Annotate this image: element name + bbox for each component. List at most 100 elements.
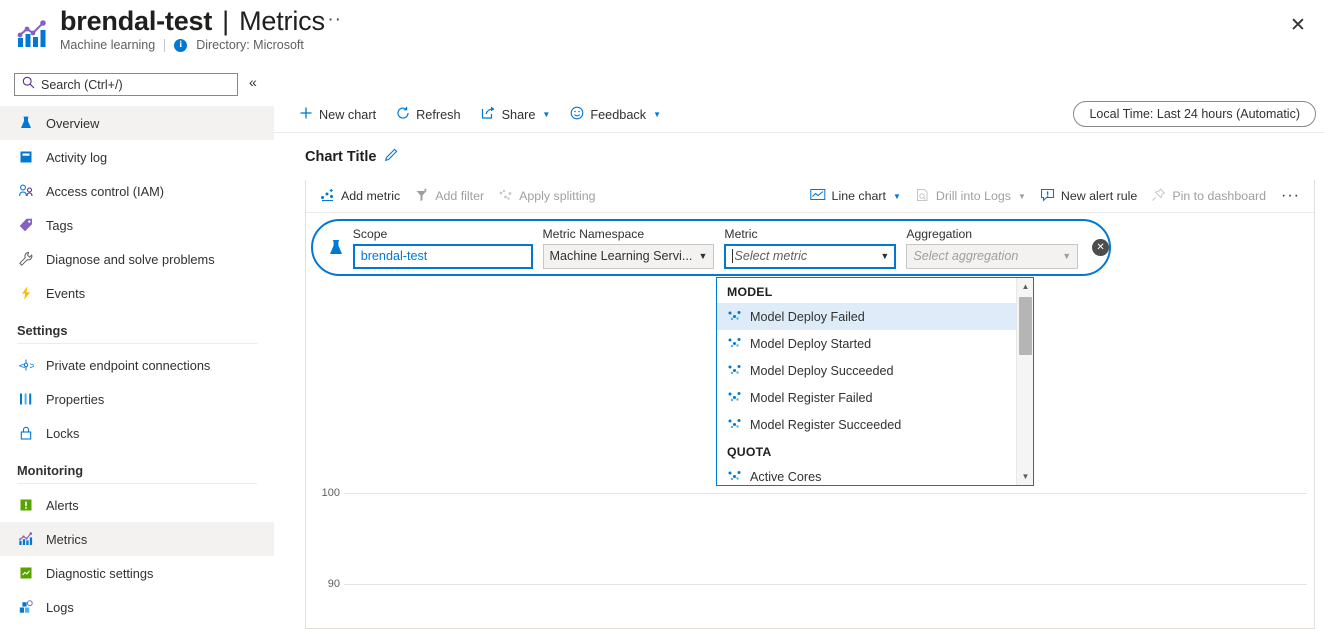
sidebar-item-access-control[interactable]: Access control (IAM) [0,174,274,208]
endpoint-icon: < > [17,357,34,374]
metric-scatter-icon [727,390,742,406]
sidebar-item-label: Diagnose and solve problems [46,251,215,267]
access-control-icon [17,183,34,200]
chevron-down-icon: ▼ [892,191,901,201]
aggregation-placeholder: Select aggregation [913,249,1019,263]
alert-rule-icon [1040,188,1055,205]
scroll-up-icon[interactable]: ▲ [1017,278,1033,295]
scrollbar-thumb[interactable] [1019,297,1032,355]
new-alert-rule-label: New alert rule [1060,189,1138,203]
pin-to-dashboard-button[interactable]: Pin to dashboard [1144,183,1273,210]
metric-namespace-select[interactable]: Machine Learning Servi... ▼ [542,243,715,269]
directory-label: Directory: Microsoft [196,38,304,52]
chart-toolbar: Add metric Add filter Apply splitting Li… [306,180,1314,213]
add-metric-button[interactable]: Add metric [313,183,407,210]
close-icon[interactable]: ✕ [1283,10,1313,40]
sidebar-item-events[interactable]: Events [0,276,274,310]
chevron-down-icon: ▼ [542,110,551,119]
metric-dropdown-list: MODEL Model Deploy Failed Model Deploy S… [717,278,1016,485]
metric-select-input[interactable]: Select metric ▼ [724,243,897,269]
drill-into-logs-button[interactable]: Drill into Logs ▼ [908,183,1033,210]
metric-option-model-deploy-succeeded[interactable]: Model Deploy Succeeded [717,357,1016,384]
scope-label: Scope [352,226,388,241]
scroll-down-icon[interactable]: ▼ [1017,468,1033,485]
new-chart-label: New chart [319,107,377,122]
dropdown-scrollbar[interactable]: ▲ ▼ [1016,278,1033,485]
search-placeholder: Search (Ctrl+/) [41,77,123,92]
scope-input[interactable]: brendal-test [352,243,533,269]
sidebar-item-logs[interactable]: Logs [0,590,274,624]
sidebar-item-locks[interactable]: Locks [0,416,274,450]
line-chart-icon [809,188,826,205]
refresh-button[interactable]: Refresh [388,100,468,129]
apply-splitting-button[interactable]: Apply splitting [491,183,602,210]
time-range-picker[interactable]: Local Time: Last 24 hours (Automatic) [1073,101,1316,127]
new-chart-button[interactable]: New chart [291,100,384,129]
dropdown-group-header: MODEL [727,285,773,299]
y-axis-tick-label: 90 [327,578,340,590]
metric-option-label: Model Deploy Failed [750,309,865,324]
properties-icon [17,391,34,408]
share-button[interactable]: Share ▼ [473,100,559,129]
metric-option-model-deploy-failed[interactable]: Model Deploy Failed [717,303,1016,330]
metric-option-label: Model Register Failed [750,390,873,405]
remove-metric-button[interactable]: ✕ [1092,239,1109,256]
chart-more-button[interactable]: ··· [1273,188,1308,204]
header-more-button[interactable]: ··· [320,10,342,29]
scope-value: brendal-test [360,249,428,263]
feedback-button[interactable]: Feedback ▼ [562,100,669,129]
sidebar-item-activity-log[interactable]: Activity log [0,140,274,174]
metric-option-active-cores[interactable]: Active Cores [717,463,1016,485]
sidebar-item-metrics[interactable]: Metrics [0,522,274,556]
sidebar-item-properties[interactable]: Properties [0,382,274,416]
sidebar-item-label: Private endpoint connections [46,357,211,373]
chart-title: Chart Title [305,148,377,165]
metrics-icon [17,531,34,548]
info-icon[interactable]: i [174,38,188,52]
aggregation-field: Aggregation Select aggregation ▼ [906,226,1079,269]
metric-scatter-icon [727,469,742,485]
gridline [344,584,1307,585]
sidebar-item-tags[interactable]: Tags [0,208,274,242]
refresh-icon [396,106,410,123]
sidebar-search[interactable]: Search (Ctrl+/) [14,73,238,96]
aggregation-select[interactable]: Select aggregation ▼ [906,243,1079,269]
sidebar-item-label: Overview [46,115,100,131]
sidebar-item-private-endpoint-connections[interactable]: < > Private endpoint connections [0,348,274,382]
metric-option-model-deploy-started[interactable]: Model Deploy Started [717,330,1016,357]
metric-option-label: Model Register Succeeded [750,417,902,432]
collapse-sidebar-icon[interactable]: « [249,75,257,89]
metric-namespace-label: Metric Namespace [542,226,645,241]
search-input[interactable]: Search (Ctrl+/) [14,73,238,96]
add-filter-button[interactable]: Add filter [407,183,491,210]
new-alert-rule-button[interactable]: New alert rule [1033,183,1144,210]
gridline [344,493,1307,494]
metric-option-label: Active Cores [750,469,822,484]
metrics-chart-card: Add metric Add filter Apply splitting Li… [305,180,1315,629]
pin-icon [1151,187,1166,205]
resource-scope-icon [325,238,347,258]
sidebar-item-label: Events [46,285,86,301]
sidebar-item-label: Tags [46,217,74,233]
pencil-icon[interactable] [385,147,399,166]
sidebar-item-diagnostic-settings[interactable]: Diagnostic settings [0,556,274,590]
sidebar-item-label: Access control (IAM) [46,183,165,199]
dropdown-group-header: QUOTA [727,445,772,459]
refresh-label: Refresh [416,107,461,122]
add-filter-label: Add filter [435,189,485,203]
add-metric-label: Add metric [341,189,401,203]
metric-scatter-icon [727,417,742,433]
metric-scatter-icon [727,309,742,325]
metrics-chart-icon [14,14,52,52]
add-metric-icon [320,188,335,205]
text-caret [732,249,734,263]
drill-into-logs-label: Drill into Logs [935,189,1011,203]
sidebar-item-diagnose[interactable]: Diagnose and solve problems [0,242,274,276]
sidebar-item-overview[interactable]: Overview [0,106,274,140]
chart-type-button[interactable]: Line chart ▼ [803,183,908,210]
azure-portal-metrics-page: brendal-test | Metrics ··· Machine learn… [0,0,1324,629]
metric-option-model-register-succeeded[interactable]: Model Register Succeeded [717,411,1016,438]
aggregation-label: Aggregation [906,226,973,241]
sidebar-item-alerts[interactable]: Alerts [0,488,274,522]
metric-option-model-register-failed[interactable]: Model Register Failed [717,384,1016,411]
